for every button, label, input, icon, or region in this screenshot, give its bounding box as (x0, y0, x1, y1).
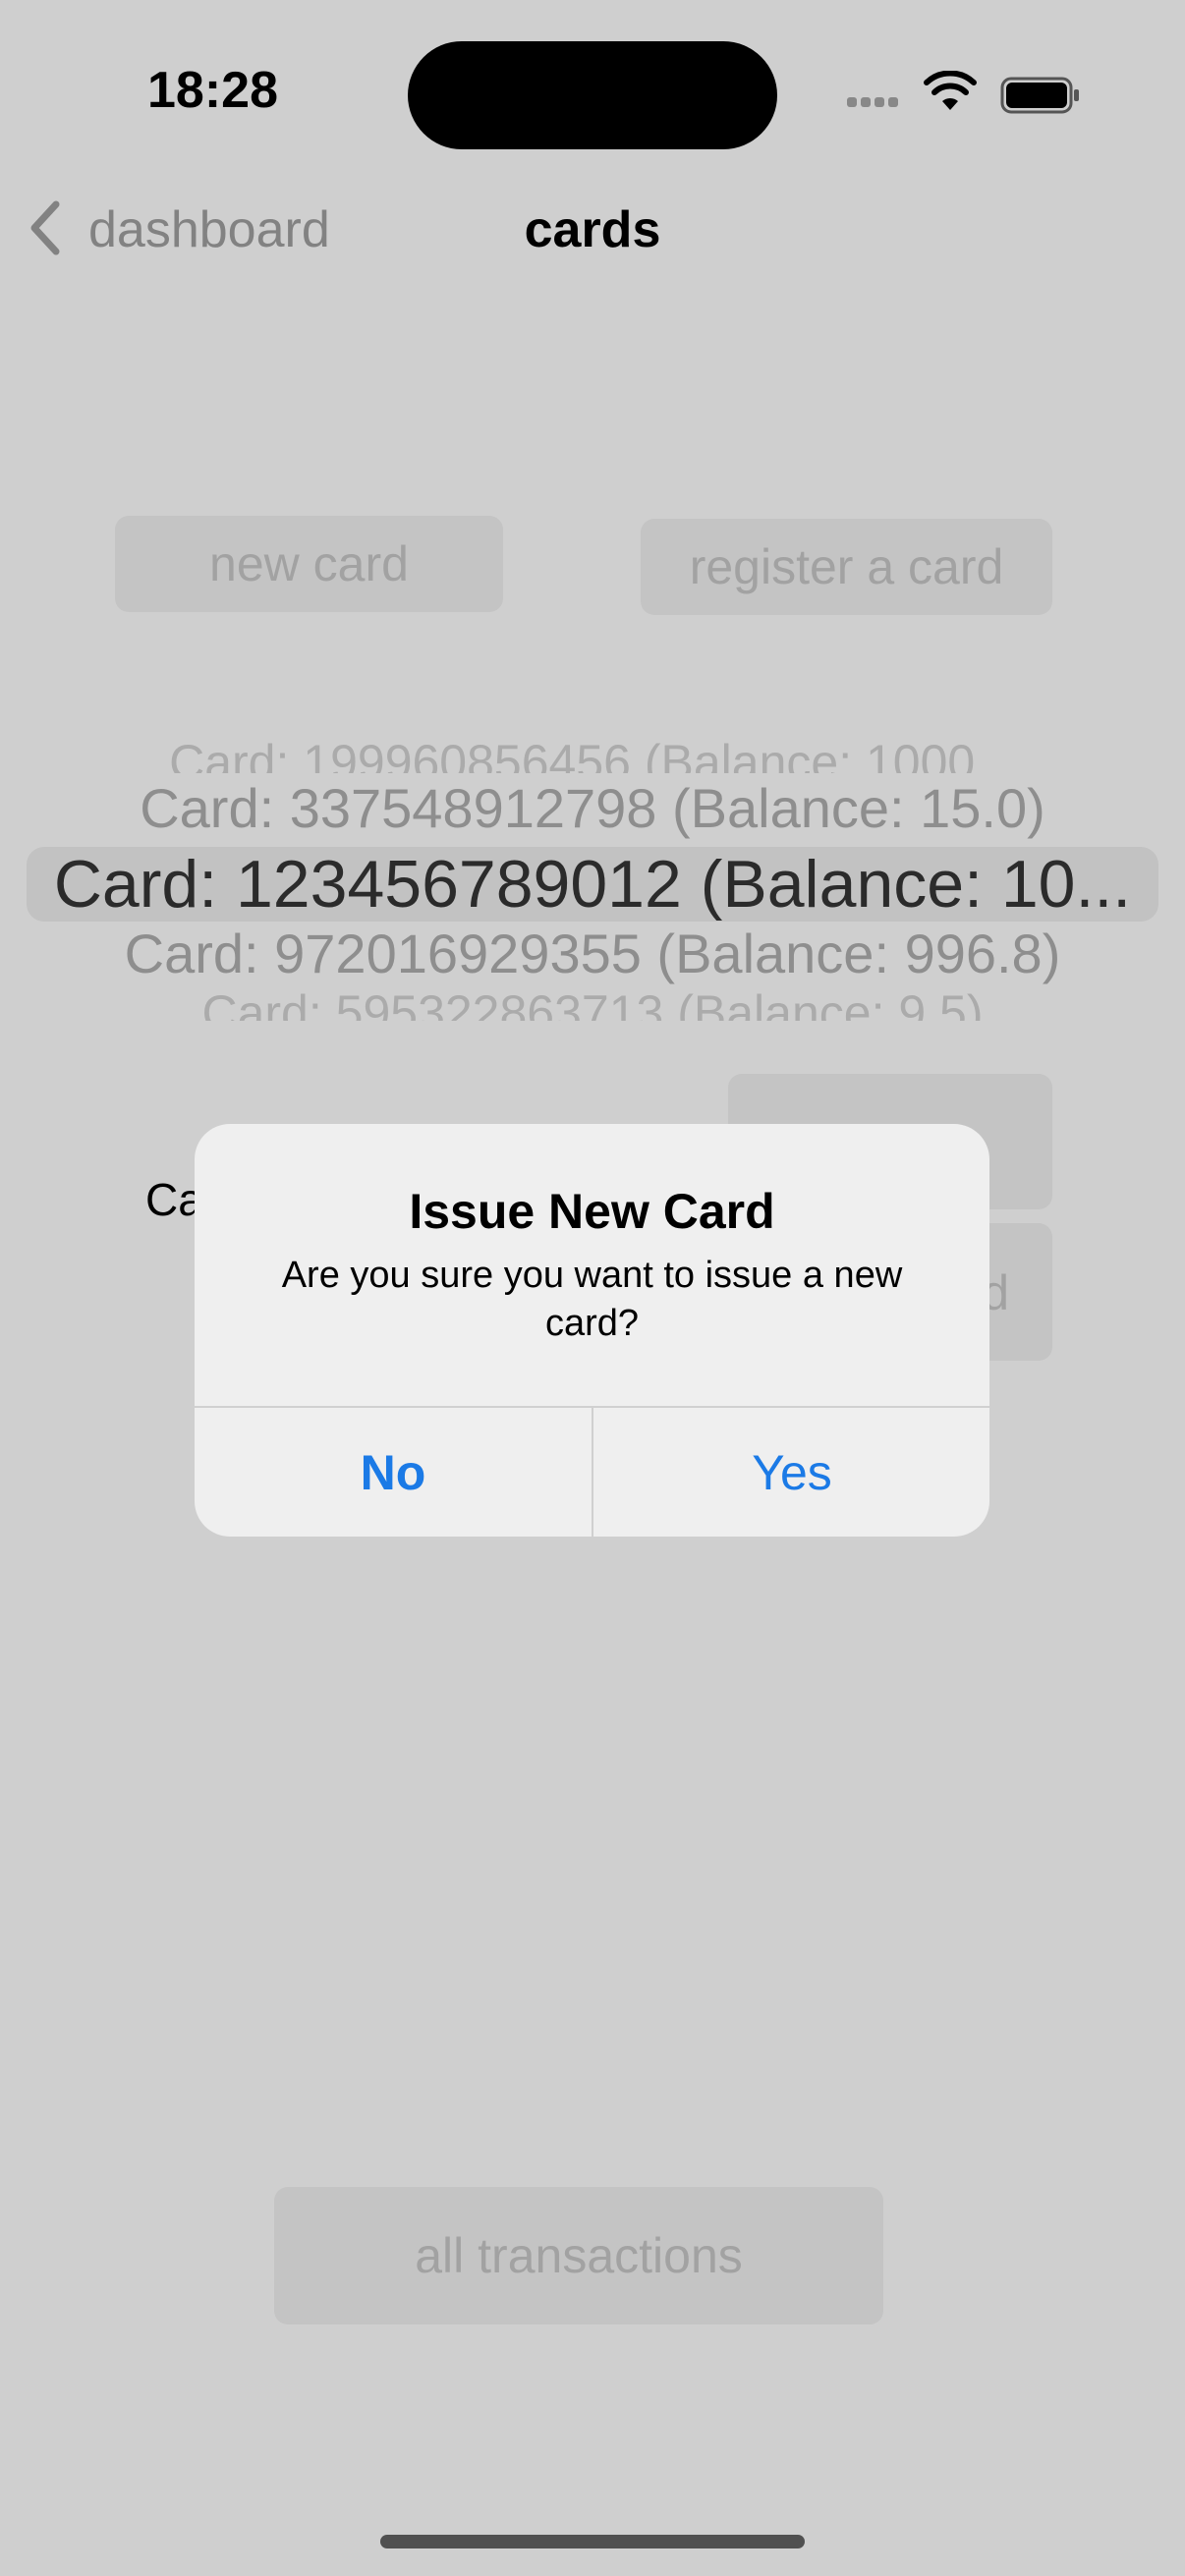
dynamic-island (408, 41, 777, 149)
alert-message: Are you sure you want to issue a new car… (281, 1255, 903, 1344)
wifi-icon (924, 71, 977, 110)
register-card-button[interactable]: register a card (641, 519, 1052, 615)
alert-title: Issue New Card (409, 1184, 775, 1239)
home-indicator[interactable] (380, 2535, 805, 2548)
picker-row[interactable]: Card: 337548912798 (Balance: 15.0) (0, 776, 1185, 840)
all-transactions-button[interactable]: all transactions (274, 2187, 883, 2324)
picker-row-selected[interactable]: Card: 123456789012 (Balance: 10... (0, 847, 1185, 922)
picker-row[interactable]: Card: 972016929355 (Balance: 996.8) (0, 922, 1185, 985)
battery-icon (1000, 77, 1079, 114)
issue-card-alert: Issue New Card Are you sure you want to … (195, 1124, 989, 1537)
alert-yes-button[interactable]: Yes (593, 1408, 989, 1537)
alert-no-button[interactable]: No (195, 1408, 592, 1537)
status-time: 18:28 (147, 62, 278, 119)
signal-dots-icon (847, 94, 906, 110)
page-title: cards (524, 201, 661, 258)
new-card-button[interactable]: new card (115, 516, 503, 612)
picker-row[interactable]: Card: 199960856456 (Balance: 1000... (0, 732, 1185, 773)
picker-row[interactable]: Card: 595322863713 (Balance: 9.5) (0, 987, 1185, 1021)
